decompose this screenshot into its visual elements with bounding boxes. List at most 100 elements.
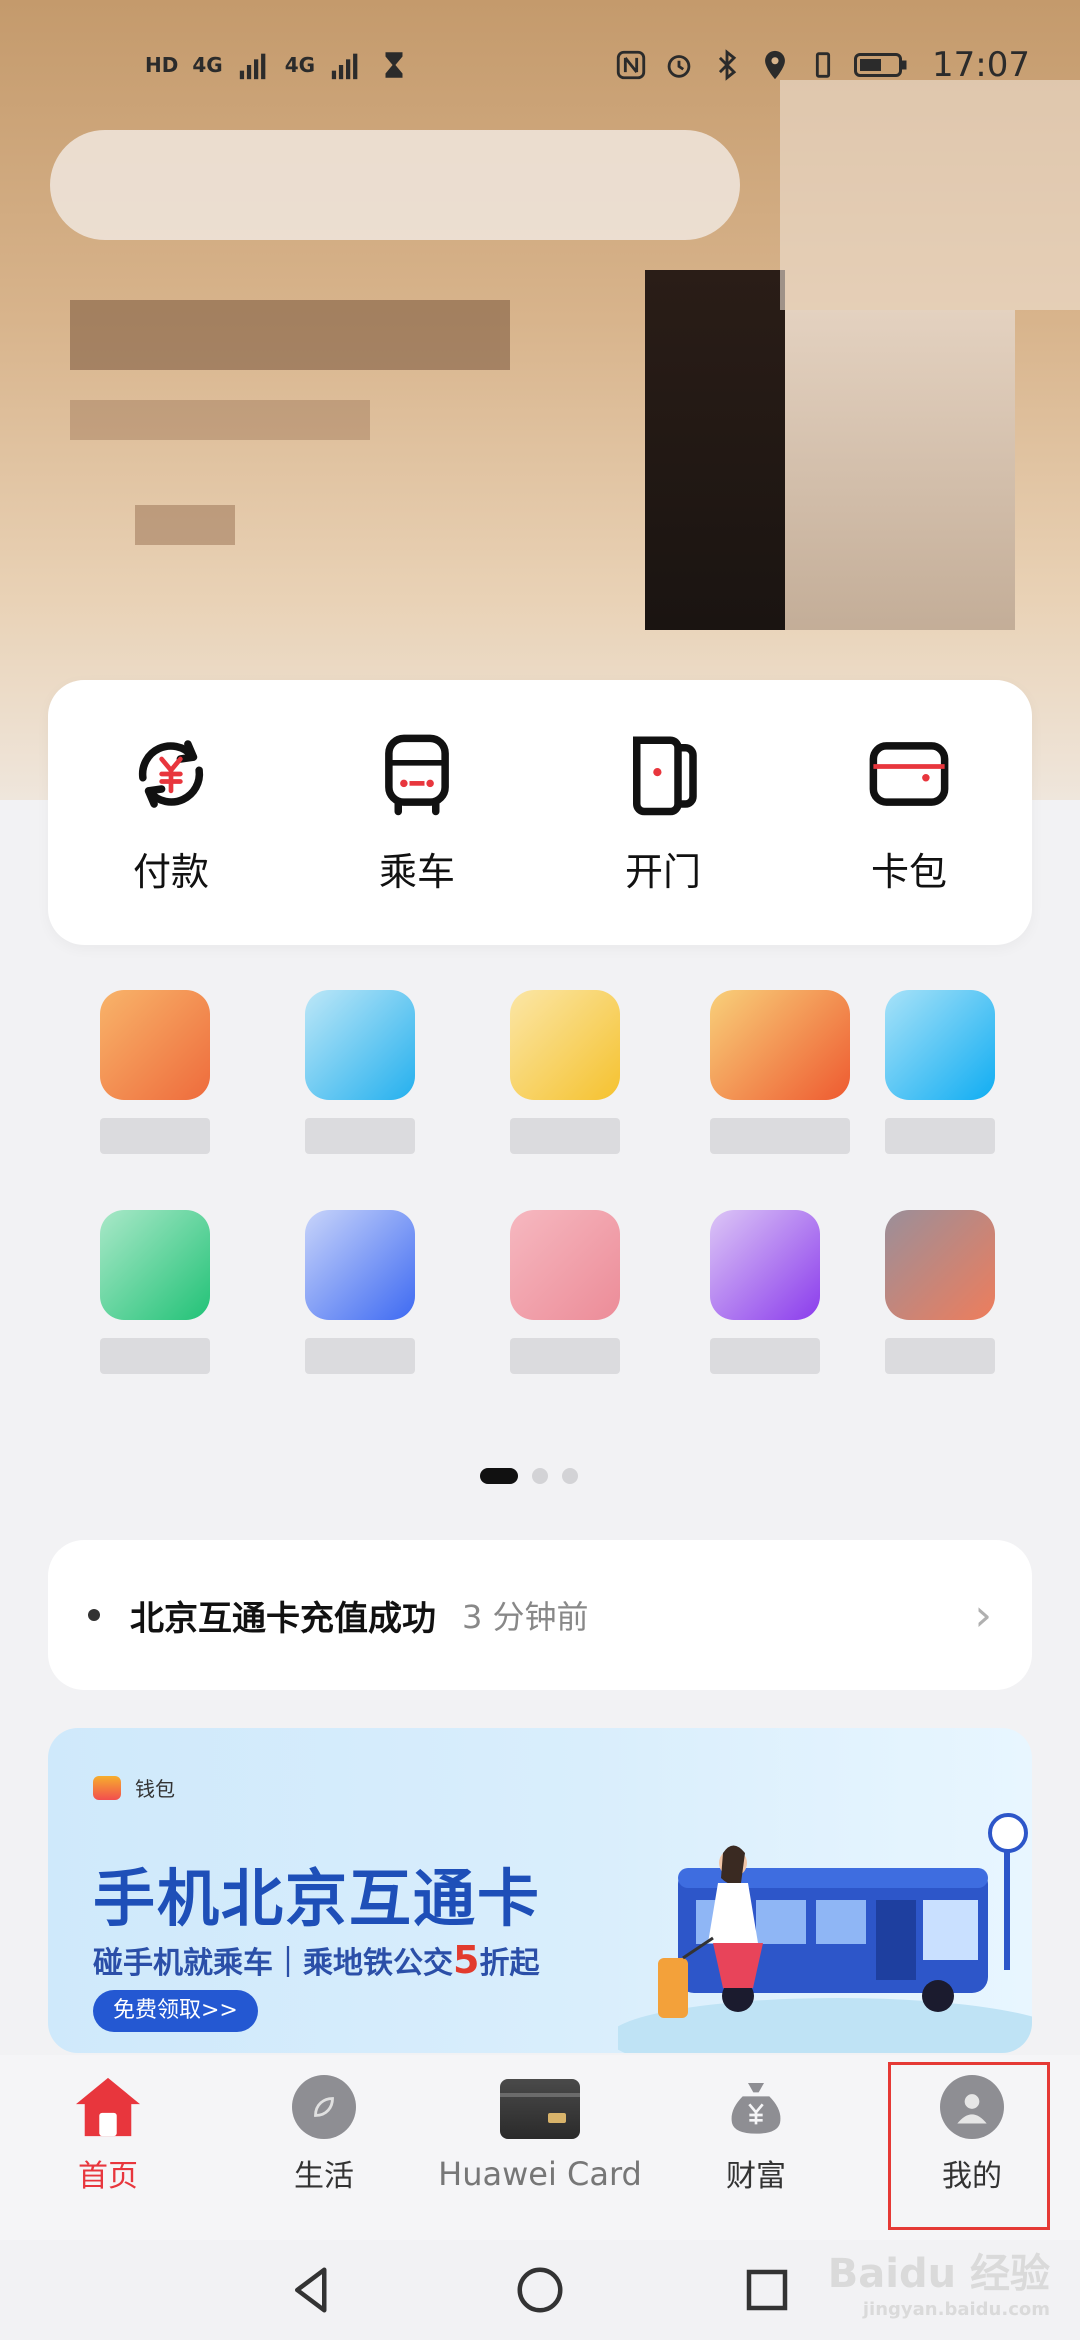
recharge-notification[interactable]: 北京互通卡充值成功 3 分钟前 › bbox=[48, 1540, 1032, 1690]
home-circle-icon[interactable] bbox=[513, 2263, 567, 2317]
quick-action-label: 乘车 bbox=[378, 850, 455, 894]
grid-tile[interactable] bbox=[510, 990, 620, 1154]
blurred-label bbox=[100, 1338, 210, 1374]
blurred-label bbox=[510, 1338, 620, 1374]
blurred-image bbox=[785, 310, 1015, 630]
page-dot bbox=[532, 1468, 548, 1484]
status-right: 17:07 bbox=[614, 45, 1030, 85]
grid-tile[interactable] bbox=[885, 990, 995, 1154]
home-icon bbox=[76, 2077, 140, 2137]
grid-tile[interactable] bbox=[710, 990, 850, 1154]
blurred-username bbox=[70, 300, 510, 370]
page-dot bbox=[562, 1468, 578, 1484]
recents-square-icon[interactable] bbox=[740, 2263, 794, 2317]
grid-tile[interactable] bbox=[100, 1210, 210, 1374]
blurred-label bbox=[885, 1118, 995, 1154]
grid-tile[interactable] bbox=[885, 1210, 995, 1374]
banner-subtitle-prefix: 碰手机就乘车｜乘地铁公交 bbox=[93, 1946, 453, 1981]
blurred-app-icon bbox=[885, 1210, 995, 1320]
blurred-label bbox=[510, 1118, 620, 1154]
grid-tile[interactable] bbox=[305, 1210, 415, 1374]
banner-brand-label: 钱包 bbox=[135, 1777, 175, 1801]
network-4g-label: 4G bbox=[192, 53, 223, 77]
blurred-app-icon bbox=[885, 990, 995, 1100]
alarm-icon bbox=[667, 55, 691, 78]
blurred-label bbox=[100, 1118, 210, 1154]
watermark-sub: jingyan.baidu.com bbox=[862, 2299, 1050, 2320]
life-icon bbox=[292, 2075, 356, 2139]
blurred-app-icon bbox=[710, 990, 850, 1100]
nav-wealth[interactable]: 财富 bbox=[648, 2055, 864, 2240]
door-icon bbox=[633, 736, 697, 816]
blurred-label bbox=[710, 1118, 850, 1154]
signal-icon bbox=[239, 53, 266, 80]
blurred-app-icon bbox=[305, 1210, 415, 1320]
highlight-annotation-box bbox=[888, 2062, 1050, 2230]
grid-tile[interactable] bbox=[710, 1210, 820, 1374]
quick-action-door[interactable]: 开门 bbox=[563, 729, 763, 896]
blurred-label bbox=[885, 1338, 995, 1374]
banner-subtitle-highlight: 5 bbox=[453, 1938, 480, 1982]
nfc-icon bbox=[616, 50, 646, 80]
quick-actions-card: 付款 乘车 开门 卡包 bbox=[48, 680, 1032, 945]
notification-time: 3 分钟前 bbox=[462, 1598, 589, 1636]
blurred-app-icon bbox=[100, 1210, 210, 1320]
nav-life[interactable]: 生活 bbox=[216, 2055, 432, 2240]
clock: 17:07 bbox=[932, 45, 1030, 85]
nav-huawei-card[interactable]: Huawei Card bbox=[432, 2055, 648, 2240]
page-indicator bbox=[480, 1468, 578, 1484]
baidu-watermark: Baidu 经验 jingyan.baidu.com bbox=[828, 2241, 1050, 2320]
back-icon[interactable] bbox=[286, 2263, 340, 2317]
nav-label: 首页 bbox=[78, 2159, 138, 2194]
nav-label: 财富 bbox=[726, 2159, 786, 2194]
blurred-image bbox=[645, 270, 785, 630]
quick-action-pay[interactable]: 付款 bbox=[71, 729, 271, 896]
blurred-text bbox=[70, 400, 370, 440]
promo-banner[interactable]: 钱包 手机北京互通卡 碰手机就乘车｜乘地铁公交5折起 免费领取>> bbox=[48, 1728, 1032, 2053]
status-bar: HD 4G 4G 17:07 bbox=[0, 0, 1080, 130]
nav-label: 生活 bbox=[294, 2159, 354, 2194]
location-icon bbox=[765, 50, 785, 80]
blurred-search-bar bbox=[50, 130, 740, 240]
yuan-refresh-icon bbox=[138, 740, 204, 808]
banner-title: 手机北京互通卡 bbox=[93, 1862, 542, 1935]
blurred-app-icon bbox=[100, 990, 210, 1100]
quick-action-label: 付款 bbox=[132, 850, 209, 894]
bullet-dot bbox=[88, 1609, 100, 1621]
nav-home[interactable]: 首页 bbox=[0, 2055, 216, 2240]
services-grid-blurred bbox=[60, 980, 1020, 1430]
bus-illustration bbox=[618, 1813, 1032, 2053]
hourglass-icon bbox=[385, 52, 403, 78]
grid-tile[interactable] bbox=[510, 1210, 620, 1374]
page-dot-active bbox=[480, 1468, 518, 1484]
bluetooth-icon bbox=[718, 49, 737, 81]
blurred-app-icon bbox=[710, 1210, 820, 1320]
blurred-label bbox=[305, 1118, 415, 1154]
grid-tile[interactable] bbox=[100, 990, 210, 1154]
signal-icon-2 bbox=[331, 53, 358, 80]
network-4g-label-2: 4G bbox=[284, 53, 316, 77]
huawei-card-icon bbox=[500, 2079, 580, 2139]
banner-claim-button[interactable]: 免费领取>> bbox=[93, 1990, 258, 2032]
nav-label: Huawei Card bbox=[438, 2155, 642, 2193]
quick-action-card-wallet[interactable]: 卡包 bbox=[809, 729, 1009, 896]
quick-action-label: 开门 bbox=[624, 850, 701, 894]
blurred-app-icon bbox=[510, 990, 620, 1100]
vibrate-icon bbox=[815, 52, 831, 78]
blurred-label bbox=[710, 1338, 820, 1374]
watermark-main: Baidu 经验 bbox=[827, 2251, 1050, 2297]
blurred-app-icon bbox=[305, 990, 415, 1100]
blurred-text bbox=[135, 505, 235, 545]
card-wallet-icon bbox=[869, 742, 949, 806]
grid-tile[interactable] bbox=[305, 990, 415, 1154]
blurred-app-icon bbox=[510, 1210, 620, 1320]
bus-icon bbox=[385, 734, 449, 816]
blurred-label bbox=[305, 1338, 415, 1374]
wallet-icon bbox=[93, 1775, 121, 1800]
quick-action-label: 卡包 bbox=[870, 850, 947, 894]
banner-subtitle-suffix: 折起 bbox=[479, 1946, 540, 1981]
quick-action-bus[interactable]: 乘车 bbox=[317, 729, 517, 896]
hd-badge: HD bbox=[145, 53, 179, 77]
battery-icon bbox=[854, 53, 907, 77]
banner-subtitle: 碰手机就乘车｜乘地铁公交5折起 bbox=[93, 1938, 539, 1982]
